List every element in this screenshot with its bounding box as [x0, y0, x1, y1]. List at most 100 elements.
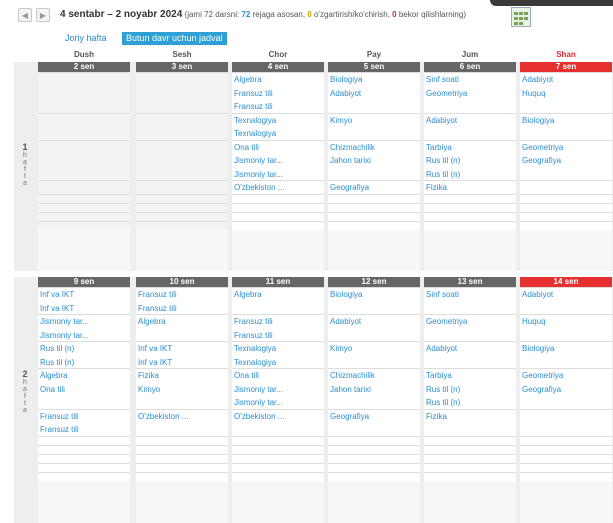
lesson-link[interactable]: Jismoniy tar... — [38, 329, 130, 343]
lesson-link[interactable]: Adabiyot — [424, 342, 516, 356]
lesson-slot[interactable]: Adabiyot — [520, 287, 612, 314]
lesson-link[interactable]: Fransuz tili — [136, 302, 228, 316]
lesson-slot[interactable] — [328, 202, 420, 212]
lesson-slot[interactable] — [232, 193, 324, 203]
lesson-slot[interactable]: O'zbekiston ... — [232, 408, 324, 436]
lesson-slot[interactable]: Fizika Kimyo — [136, 368, 228, 409]
lesson-slot[interactable]: Algebra — [232, 287, 324, 314]
lesson-slot[interactable] — [232, 453, 324, 463]
lesson-link[interactable]: Jismoniy tar... — [232, 383, 324, 397]
lesson-slot[interactable] — [38, 435, 130, 445]
lesson-slot[interactable]: Adabiyot — [424, 341, 516, 368]
lesson-slot[interactable]: Fizika — [424, 408, 516, 436]
lesson-link[interactable]: Biologiya — [520, 342, 612, 356]
lesson-slot[interactable]: Chizmachilik Jahon tarixi — [328, 368, 420, 409]
lesson-link[interactable]: Texnalogiya — [232, 342, 324, 356]
lesson-slot[interactable] — [232, 435, 324, 445]
lesson-link[interactable]: Kimyo — [328, 342, 420, 356]
lesson-slot[interactable]: Huquq — [520, 314, 612, 341]
lesson-slot[interactable]: Sinf soati Geometriya — [424, 72, 516, 113]
lesson-slot[interactable]: Biologiya — [520, 112, 612, 140]
lesson-slot[interactable]: Kimyo — [328, 112, 420, 140]
lesson-slot[interactable] — [38, 112, 130, 140]
lesson-slot[interactable] — [136, 202, 228, 212]
lesson-link[interactable]: Geometriya — [520, 369, 612, 383]
lesson-link[interactable]: Adabiyot — [328, 315, 420, 329]
lesson-slot[interactable] — [136, 72, 228, 113]
lesson-link[interactable]: Adabiyot — [520, 73, 612, 87]
lesson-slot[interactable] — [520, 462, 612, 472]
lesson-slot[interactable] — [424, 471, 516, 481]
lesson-slot[interactable]: Texnalogiya Texnalogiya — [232, 112, 324, 141]
lesson-slot[interactable] — [520, 444, 612, 454]
lesson-slot[interactable] — [38, 444, 130, 454]
lesson-link[interactable]: Jismoniy tar... — [232, 396, 324, 410]
lesson-slot[interactable]: Fransuz tili Fransuz tili — [232, 314, 324, 341]
lesson-slot[interactable] — [136, 139, 228, 180]
lesson-slot[interactable] — [328, 444, 420, 454]
lesson-link[interactable]: Fransuz tili — [232, 100, 324, 114]
lesson-link[interactable]: Ona tili — [38, 383, 130, 397]
lesson-slot[interactable] — [424, 211, 516, 221]
lesson-link[interactable]: Fizika — [424, 181, 516, 195]
lesson-slot[interactable] — [520, 435, 612, 445]
lesson-slot[interactable] — [328, 435, 420, 445]
tab-whole-period[interactable]: Butun davr uchun jadval — [122, 32, 227, 45]
lesson-link[interactable]: Tarbiya — [424, 141, 516, 155]
lesson-link[interactable]: Texnalogiya — [232, 127, 324, 141]
lesson-slot[interactable]: Inf va IKT Inf va IKT — [136, 341, 228, 368]
lesson-slot[interactable]: Tarbiya Rus til (n) Rus til (n) — [424, 368, 516, 409]
lesson-link[interactable]: Geografiya — [520, 383, 612, 397]
lesson-link[interactable]: Jismoniy tar... — [38, 315, 130, 329]
lesson-slot[interactable]: Algebra Ona tili — [38, 368, 130, 409]
lesson-link[interactable]: Kimyo — [136, 383, 228, 397]
lesson-slot[interactable] — [520, 408, 612, 436]
lesson-link[interactable]: Tarbiya — [424, 369, 516, 383]
calendar-icon[interactable] — [511, 7, 531, 27]
lesson-slot[interactable] — [136, 211, 228, 221]
lesson-slot[interactable]: Geometriya Geografiya — [520, 368, 612, 409]
lesson-link[interactable]: Adabiyot — [520, 288, 612, 302]
lesson-link[interactable]: Algebra — [38, 369, 130, 383]
lesson-link[interactable]: Inf va IKT — [136, 356, 228, 370]
lesson-link[interactable]: Rus til (n) — [424, 383, 516, 397]
lesson-slot[interactable]: Texnalogiya Texnalogiya — [232, 341, 324, 368]
lesson-link[interactable]: Huquq — [520, 87, 612, 101]
lesson-link[interactable]: Texnalogiya — [232, 356, 324, 370]
lesson-slot[interactable] — [328, 193, 420, 203]
lesson-slot[interactable] — [520, 202, 612, 212]
lesson-slot[interactable] — [38, 180, 130, 194]
lesson-slot[interactable] — [232, 471, 324, 481]
lesson-link[interactable]: O'zbekiston ... — [232, 410, 324, 424]
lesson-link[interactable]: Algebra — [136, 315, 228, 329]
lesson-slot[interactable]: Fransuz tili Fransuz tili — [136, 287, 228, 314]
lesson-link[interactable]: Geografiya — [328, 181, 420, 195]
lesson-slot[interactable] — [424, 444, 516, 454]
lesson-slot[interactable] — [38, 453, 130, 463]
lesson-slot[interactable] — [328, 453, 420, 463]
lesson-slot[interactable] — [328, 211, 420, 221]
lesson-link[interactable]: Texnalogiya — [232, 114, 324, 128]
lesson-link[interactable]: Rus til (n) — [38, 356, 130, 370]
lesson-link[interactable]: Fransuz tili — [232, 315, 324, 329]
lesson-link[interactable]: O'zbekiston ... — [136, 410, 228, 424]
lesson-slot[interactable]: Algebra — [136, 314, 228, 341]
lesson-slot[interactable] — [136, 112, 228, 140]
lesson-slot[interactable] — [232, 211, 324, 221]
lesson-slot[interactable]: Geometriya — [424, 314, 516, 341]
lesson-slot[interactable]: Geografiya — [328, 408, 420, 436]
lesson-link[interactable]: Huquq — [520, 315, 612, 329]
lesson-link[interactable]: Sinf soati — [424, 73, 516, 87]
lesson-link[interactable]: Geometriya — [520, 141, 612, 155]
lesson-slot[interactable]: Sinf soati — [424, 287, 516, 314]
lesson-slot[interactable] — [424, 453, 516, 463]
lesson-slot[interactable] — [136, 453, 228, 463]
lesson-link[interactable]: O'zbekiston ... — [232, 181, 324, 195]
lesson-link[interactable]: Rus til (n) — [424, 168, 516, 182]
lesson-slot[interactable]: Geografiya — [328, 180, 420, 194]
lesson-link[interactable]: Rus til (n) — [424, 154, 516, 168]
lesson-link[interactable]: Geometriya — [424, 87, 516, 101]
lesson-slot[interactable] — [38, 471, 130, 481]
lesson-link[interactable]: Ona tili — [232, 141, 324, 155]
lesson-slot[interactable]: Inf va IKT Inf va IKT — [38, 287, 130, 314]
